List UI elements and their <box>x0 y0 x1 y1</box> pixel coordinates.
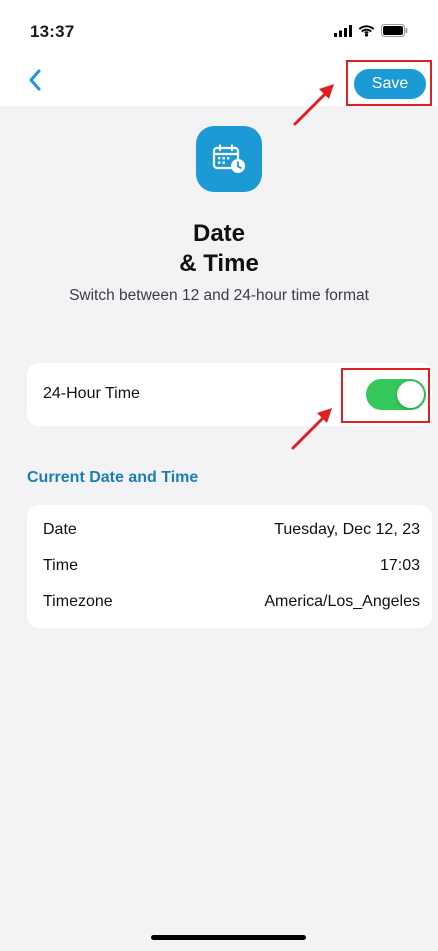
info-card: Date Tuesday, Dec 12, 23 Time 17:03 Time… <box>27 505 432 628</box>
setting-label: 24-Hour Time <box>43 385 140 402</box>
info-row-time: Time 17:03 <box>43 556 420 576</box>
signal-icon <box>334 24 352 37</box>
status-icons <box>334 24 408 37</box>
page-subtitle: Switch between 12 and 24-hour time forma… <box>69 287 369 304</box>
info-value: 17:03 <box>379 557 420 574</box>
chevron-left-icon <box>29 69 41 91</box>
annotation-arrow-icon <box>293 84 334 126</box>
section-title: Current Date and Time <box>27 469 199 486</box>
status-bar: 13:37 <box>0 0 438 54</box>
info-label: Date <box>43 521 77 538</box>
back-button[interactable] <box>20 62 50 98</box>
annotation-arrow-icon <box>291 408 332 450</box>
page-title-line2: & Time <box>179 250 259 277</box>
info-label: Timezone <box>43 593 113 610</box>
toggle-highlight-box <box>341 368 430 423</box>
wifi-icon <box>358 24 375 37</box>
status-time: 13:37 <box>30 22 75 41</box>
info-row-date: Date Tuesday, Dec 12, 23 <box>43 520 420 540</box>
page-title-line1: Date <box>192 220 246 247</box>
info-label: Time <box>43 557 78 574</box>
save-highlight-box <box>346 60 432 106</box>
info-value: America/Los_Angeles <box>264 593 420 610</box>
info-value: Tuesday, Dec 12, 23 <box>274 521 420 538</box>
calendar-clock-icon <box>196 126 262 192</box>
home-indicator <box>151 935 306 940</box>
info-row-timezone: Timezone America/Los_Angeles <box>43 592 420 612</box>
battery-icon <box>381 24 408 37</box>
